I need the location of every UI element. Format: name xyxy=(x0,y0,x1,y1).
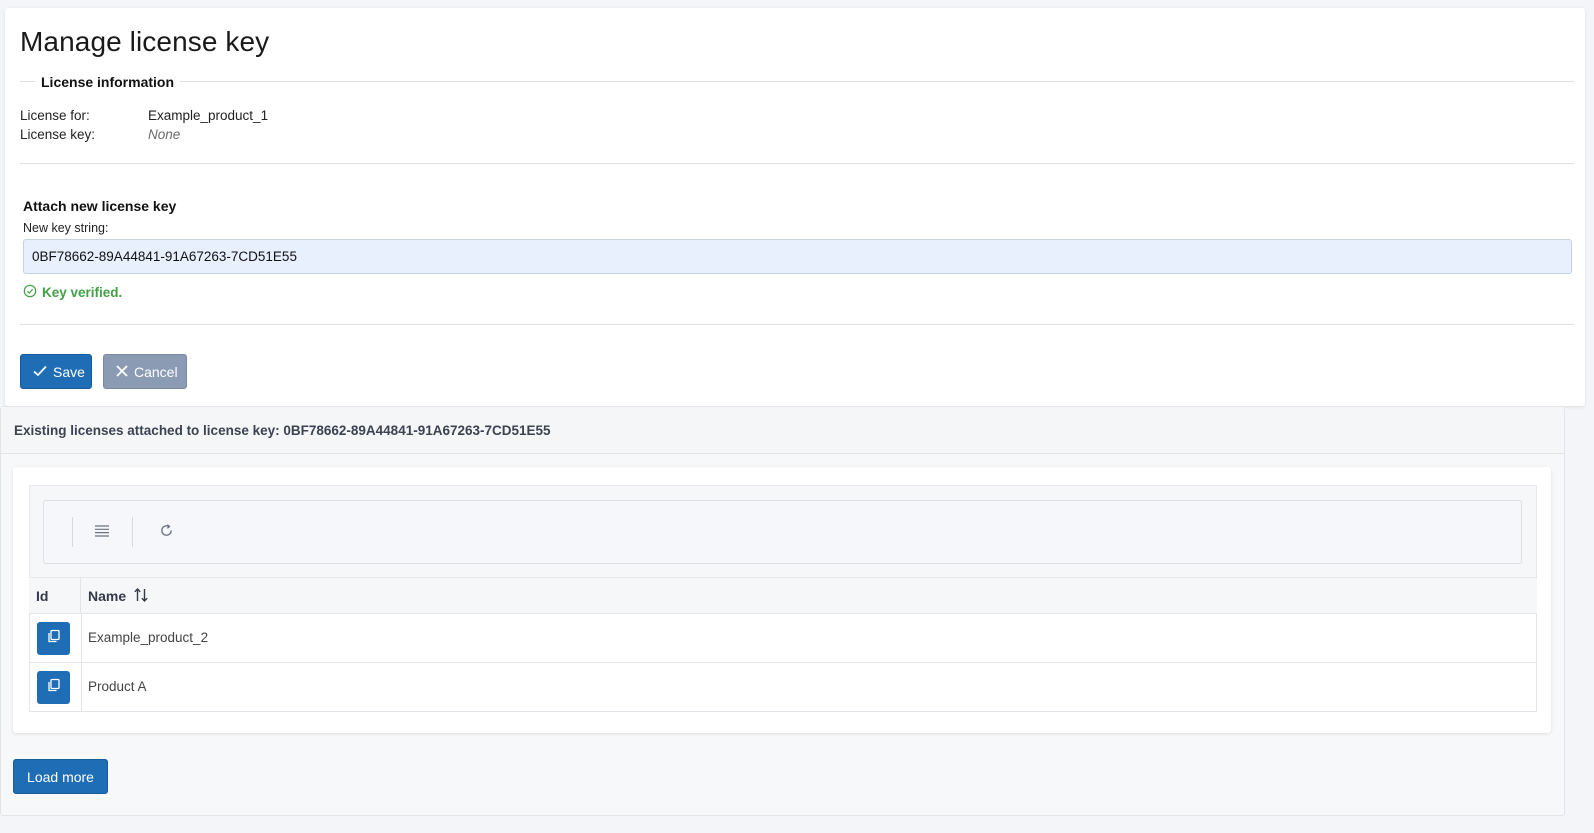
cancel-label: Cancel xyxy=(134,363,178,380)
column-header-id[interactable]: Id xyxy=(36,578,48,614)
license-key-label: License key: xyxy=(20,127,96,142)
license-key-value: None xyxy=(148,127,181,142)
column-header-name[interactable]: Name xyxy=(88,578,149,614)
page-title: Manage license key xyxy=(20,26,270,57)
new-key-input[interactable] xyxy=(23,239,1572,274)
refresh-icon xyxy=(159,523,174,543)
licenses-table-card: Id Name Example_product_2 Product A xyxy=(13,467,1551,733)
table-row: Product A xyxy=(29,663,1537,712)
load-more-button[interactable]: Load more xyxy=(13,759,108,794)
manage-license-card: Manage license key License information L… xyxy=(5,8,1585,406)
new-key-label: New key string: xyxy=(23,221,109,235)
key-verified-text: Key verified. xyxy=(42,285,123,300)
license-info-legend: License information xyxy=(35,74,181,90)
row-name: Example_product_2 xyxy=(88,630,209,645)
refresh-button[interactable] xyxy=(151,518,181,548)
cancel-button[interactable]: Cancel xyxy=(103,354,187,389)
panel-header: Existing licenses attached to license ke… xyxy=(1,407,1564,454)
key-verified-status: Key verified. xyxy=(23,284,122,301)
column-header-name-label: Name xyxy=(88,588,127,604)
sort-icon xyxy=(133,587,149,606)
existing-licenses-header: Existing licenses attached to license ke… xyxy=(14,423,551,438)
toolbar-separator xyxy=(72,517,73,547)
table-header: Id Name xyxy=(29,578,1537,614)
attach-section-title: Attach new license key xyxy=(23,198,177,214)
column-separator xyxy=(80,578,81,613)
row-name: Product A xyxy=(88,679,147,694)
toolbar-separator xyxy=(132,517,133,547)
toolbar-wrapper xyxy=(29,485,1537,578)
copy-button[interactable] xyxy=(37,622,70,655)
fieldset-border xyxy=(20,81,1574,82)
existing-licenses-panel: Existing licenses attached to license ke… xyxy=(0,406,1565,816)
table-row: Example_product_2 xyxy=(29,614,1537,663)
license-for-label: License for: xyxy=(20,108,90,123)
save-label: Save xyxy=(53,363,85,380)
close-icon xyxy=(116,364,128,380)
copy-icon xyxy=(47,678,61,697)
column-separator xyxy=(81,614,82,662)
list-icon xyxy=(94,524,110,543)
save-button[interactable]: Save xyxy=(20,354,92,389)
copy-button[interactable] xyxy=(37,671,70,704)
copy-icon xyxy=(47,629,61,648)
license-for-value: Example_product_1 xyxy=(148,108,269,123)
table-toolbar xyxy=(43,500,1522,564)
column-separator xyxy=(81,663,82,711)
checkmark-icon xyxy=(33,364,47,380)
divider xyxy=(20,163,1574,164)
columns-button[interactable] xyxy=(87,518,117,548)
divider xyxy=(20,324,1574,325)
check-circle-icon xyxy=(23,284,37,301)
